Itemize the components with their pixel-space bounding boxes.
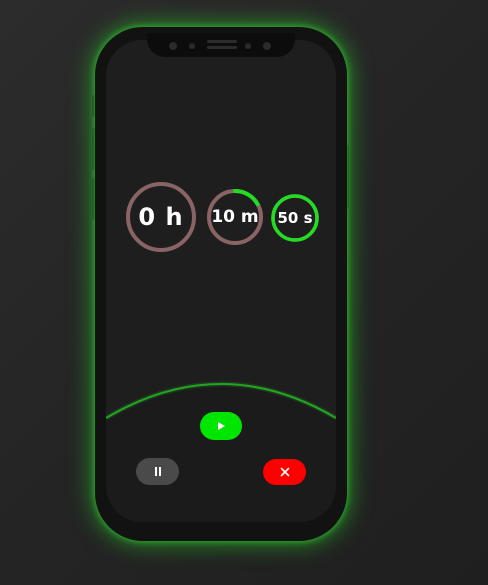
close-icon bbox=[280, 467, 289, 477]
pause-button[interactable] bbox=[136, 458, 179, 485]
camera-icon bbox=[169, 42, 177, 50]
play-icon bbox=[218, 422, 225, 430]
cancel-button[interactable] bbox=[263, 459, 306, 485]
hours-label: 0 h bbox=[138, 203, 184, 231]
speaker-grille bbox=[207, 40, 237, 43]
hours-ring: 0 h bbox=[126, 182, 196, 252]
seconds-ring: 50 s bbox=[271, 194, 319, 242]
sensor-icon bbox=[189, 43, 195, 49]
sensor-icon bbox=[245, 43, 251, 49]
minutes-ring: 10 m bbox=[207, 189, 263, 245]
play-button[interactable] bbox=[200, 412, 242, 440]
seconds-label: 50 s bbox=[277, 209, 313, 227]
speaker-grille bbox=[207, 46, 237, 49]
pause-icon bbox=[154, 467, 161, 476]
controls-panel bbox=[106, 381, 336, 522]
front-camera-icon bbox=[263, 42, 271, 50]
minutes-label: 10 m bbox=[211, 207, 259, 227]
phone-notch bbox=[147, 33, 295, 57]
